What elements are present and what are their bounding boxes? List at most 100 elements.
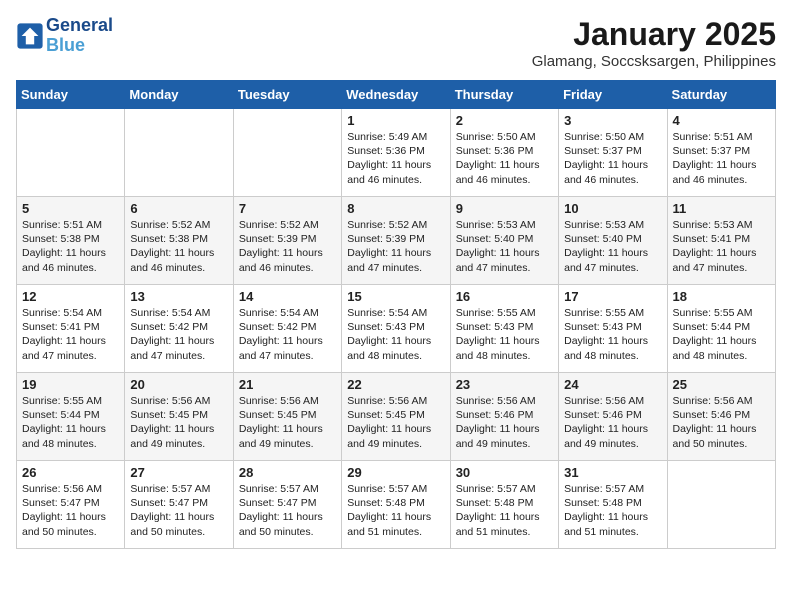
calendar-cell: 2 Sunrise: 5:50 AM Sunset: 5:36 PM Daylig… [450, 109, 558, 197]
calendar-cell: 18Sunrise: 5:55 AM Sunset: 5:44 PM Dayli… [667, 285, 775, 373]
day-info: Sunrise: 5:50 AM Sunset: 5:37 PM Dayligh… [564, 130, 661, 187]
calendar-cell: 5Sunrise: 5:51 AM Sunset: 5:38 PM Daylig… [17, 197, 125, 285]
day-number: 7 [239, 201, 336, 216]
day-number: 23 [456, 377, 553, 392]
day-number: 24 [564, 377, 661, 392]
day-info: Sunrise: 5:56 AM Sunset: 5:46 PM Dayligh… [564, 394, 661, 451]
day-number: 31 [564, 465, 661, 480]
day-info: Sunrise: 5:53 AM Sunset: 5:40 PM Dayligh… [456, 218, 553, 275]
day-info: Sunrise: 5:50 AM Sunset: 5:36 PM Dayligh… [456, 130, 553, 187]
calendar-cell: 21Sunrise: 5:56 AM Sunset: 5:45 PM Dayli… [233, 373, 341, 461]
day-number: 4 [673, 113, 770, 128]
day-info: Sunrise: 5:55 AM Sunset: 5:43 PM Dayligh… [456, 306, 553, 363]
weekday-header-monday: Monday [125, 81, 233, 109]
calendar-cell: 17 Sunrise: 5:55 AM Sunset: 5:43 PM Dayli… [559, 285, 667, 373]
day-info: Sunrise: 5:57 AM Sunset: 5:48 PM Dayligh… [456, 482, 553, 539]
day-info: Sunrise: 5:57 AM Sunset: 5:47 PM Dayligh… [130, 482, 227, 539]
weekday-header-wednesday: Wednesday [342, 81, 450, 109]
day-info: Sunrise: 5:57 AM Sunset: 5:48 PM Dayligh… [347, 482, 444, 539]
day-info: Sunrise: 5:55 AM Sunset: 5:43 PM Dayligh… [564, 306, 661, 363]
page-header: GeneralBlue January 2025 Glamang, Soccsk… [16, 16, 776, 70]
day-number: 2 [456, 113, 553, 128]
day-info: Sunrise: 5:49 AM Sunset: 5:36 PM Dayligh… [347, 130, 444, 187]
day-number: 26 [22, 465, 119, 480]
calendar-cell: 16Sunrise: 5:55 AM Sunset: 5:43 PM Dayli… [450, 285, 558, 373]
day-number: 15 [347, 289, 444, 304]
day-number: 27 [130, 465, 227, 480]
day-number: 19 [22, 377, 119, 392]
calendar-cell: 24 Sunrise: 5:56 AM Sunset: 5:46 PM Dayli… [559, 373, 667, 461]
day-number: 17 [564, 289, 661, 304]
calendar-cell: 15 Sunrise: 5:54 AM Sunset: 5:43 PM Dayli… [342, 285, 450, 373]
calendar-cell: 20Sunrise: 5:56 AM Sunset: 5:45 PM Dayli… [125, 373, 233, 461]
day-number: 28 [239, 465, 336, 480]
calendar-week-row: 19 Sunrise: 5:55 AM Sunset: 5:44 PM Dayli… [17, 373, 776, 461]
day-info: Sunrise: 5:56 AM Sunset: 5:45 PM Dayligh… [239, 394, 336, 451]
day-number: 9 [456, 201, 553, 216]
day-info: Sunrise: 5:52 AM Sunset: 5:39 PM Dayligh… [347, 218, 444, 275]
logo-text: GeneralBlue [46, 16, 113, 56]
day-info: Sunrise: 5:54 AM Sunset: 5:42 PM Dayligh… [130, 306, 227, 363]
day-info: Sunrise: 5:54 AM Sunset: 5:41 PM Dayligh… [22, 306, 119, 363]
day-number: 25 [673, 377, 770, 392]
day-number: 12 [22, 289, 119, 304]
day-info: Sunrise: 5:57 AM Sunset: 5:47 PM Dayligh… [239, 482, 336, 539]
logo-icon [16, 22, 44, 50]
calendar-cell: 13 Sunrise: 5:54 AM Sunset: 5:42 PM Dayli… [125, 285, 233, 373]
day-info: Sunrise: 5:56 AM Sunset: 5:47 PM Dayligh… [22, 482, 119, 539]
logo: GeneralBlue [16, 16, 113, 56]
calendar-cell: 3 Sunrise: 5:50 AM Sunset: 5:37 PM Daylig… [559, 109, 667, 197]
day-number: 14 [239, 289, 336, 304]
day-info: Sunrise: 5:57 AM Sunset: 5:48 PM Dayligh… [564, 482, 661, 539]
day-info: Sunrise: 5:51 AM Sunset: 5:37 PM Dayligh… [673, 130, 770, 187]
title-area: January 2025 Glamang, Soccsksargen, Phil… [532, 16, 776, 70]
weekday-header-sunday: Sunday [17, 81, 125, 109]
calendar-week-row: 5Sunrise: 5:51 AM Sunset: 5:38 PM Daylig… [17, 197, 776, 285]
weekday-header-friday: Friday [559, 81, 667, 109]
day-number: 13 [130, 289, 227, 304]
day-info: Sunrise: 5:54 AM Sunset: 5:42 PM Dayligh… [239, 306, 336, 363]
calendar-cell: 10Sunrise: 5:53 AM Sunset: 5:40 PM Dayli… [559, 197, 667, 285]
day-info: Sunrise: 5:53 AM Sunset: 5:41 PM Dayligh… [673, 218, 770, 275]
day-info: Sunrise: 5:56 AM Sunset: 5:46 PM Dayligh… [456, 394, 553, 451]
calendar-cell [667, 461, 775, 549]
day-info: Sunrise: 5:55 AM Sunset: 5:44 PM Dayligh… [22, 394, 119, 451]
day-number: 1 [347, 113, 444, 128]
calendar-cell: 31 Sunrise: 5:57 AM Sunset: 5:48 PM Dayli… [559, 461, 667, 549]
calendar-cell: 1 Sunrise: 5:49 AM Sunset: 5:36 PM Daylig… [342, 109, 450, 197]
calendar-cell: 12 Sunrise: 5:54 AM Sunset: 5:41 PM Dayli… [17, 285, 125, 373]
day-info: Sunrise: 5:51 AM Sunset: 5:38 PM Dayligh… [22, 218, 119, 275]
location-subtitle: Glamang, Soccsksargen, Philippines [532, 53, 776, 70]
weekday-header-row: SundayMondayTuesdayWednesdayThursdayFrid… [17, 81, 776, 109]
day-info: Sunrise: 5:56 AM Sunset: 5:46 PM Dayligh… [673, 394, 770, 451]
calendar-cell: 19 Sunrise: 5:55 AM Sunset: 5:44 PM Dayli… [17, 373, 125, 461]
day-info: Sunrise: 5:56 AM Sunset: 5:45 PM Dayligh… [130, 394, 227, 451]
day-info: Sunrise: 5:52 AM Sunset: 5:38 PM Dayligh… [130, 218, 227, 275]
calendar-table: SundayMondayTuesdayWednesdayThursdayFrid… [16, 80, 776, 549]
calendar-cell [17, 109, 125, 197]
calendar-week-row: 1 Sunrise: 5:49 AM Sunset: 5:36 PM Daylig… [17, 109, 776, 197]
day-number: 29 [347, 465, 444, 480]
calendar-cell: 29 Sunrise: 5:57 AM Sunset: 5:48 PM Dayli… [342, 461, 450, 549]
day-info: Sunrise: 5:56 AM Sunset: 5:45 PM Dayligh… [347, 394, 444, 451]
calendar-cell: 26 Sunrise: 5:56 AM Sunset: 5:47 PM Dayli… [17, 461, 125, 549]
day-number: 30 [456, 465, 553, 480]
calendar-cell: 8Sunrise: 5:52 AM Sunset: 5:39 PM Daylig… [342, 197, 450, 285]
calendar-cell: 25 Sunrise: 5:56 AM Sunset: 5:46 PM Dayli… [667, 373, 775, 461]
day-info: Sunrise: 5:55 AM Sunset: 5:44 PM Dayligh… [673, 306, 770, 363]
day-info: Sunrise: 5:52 AM Sunset: 5:39 PM Dayligh… [239, 218, 336, 275]
calendar-cell: 14 Sunrise: 5:54 AM Sunset: 5:42 PM Dayli… [233, 285, 341, 373]
day-number: 3 [564, 113, 661, 128]
calendar-cell [125, 109, 233, 197]
day-number: 22 [347, 377, 444, 392]
weekday-header-tuesday: Tuesday [233, 81, 341, 109]
weekday-header-saturday: Saturday [667, 81, 775, 109]
calendar-cell: 23 Sunrise: 5:56 AM Sunset: 5:46 PM Dayli… [450, 373, 558, 461]
calendar-cell: 6 Sunrise: 5:52 AM Sunset: 5:38 PM Daylig… [125, 197, 233, 285]
calendar-cell [233, 109, 341, 197]
weekday-header-thursday: Thursday [450, 81, 558, 109]
calendar-cell: 22 Sunrise: 5:56 AM Sunset: 5:45 PM Dayli… [342, 373, 450, 461]
calendar-week-row: 26 Sunrise: 5:56 AM Sunset: 5:47 PM Dayli… [17, 461, 776, 549]
day-info: Sunrise: 5:54 AM Sunset: 5:43 PM Dayligh… [347, 306, 444, 363]
day-number: 6 [130, 201, 227, 216]
